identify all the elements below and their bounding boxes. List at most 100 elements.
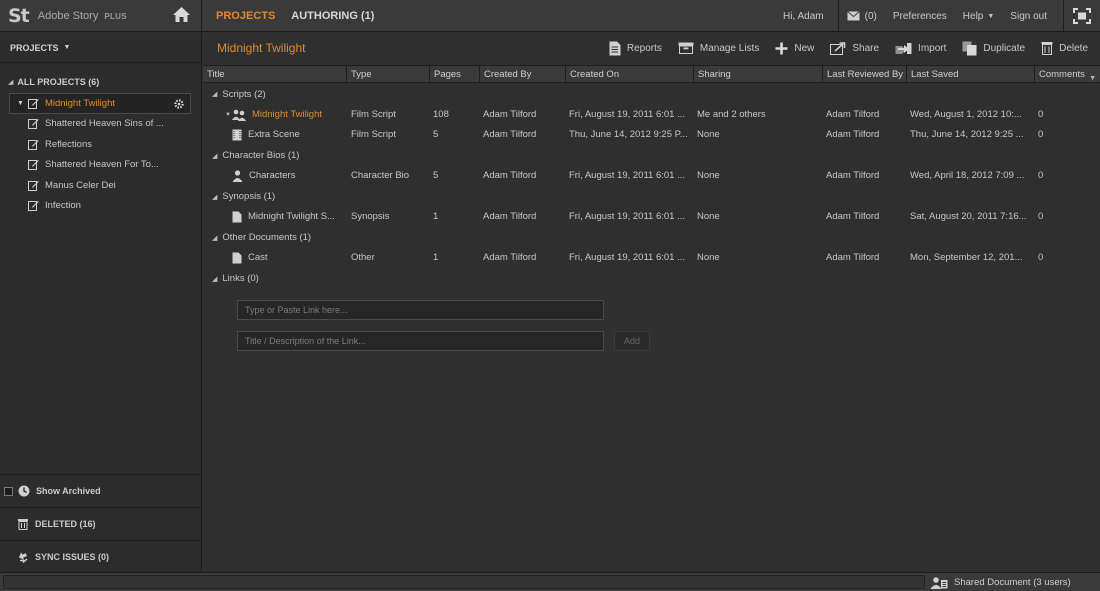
deleted-section[interactable]: DELETED (16) [0, 507, 202, 540]
collapse-triangle-icon[interactable]: ◢ [212, 234, 217, 242]
cell-last-reviewed-by: Adam Tilford [826, 252, 880, 263]
share-label: Share [852, 42, 880, 54]
chevron-down-icon: ▼ [987, 12, 995, 20]
cell-created-by: Adam Tilford [483, 252, 537, 263]
reports-button[interactable]: Reports [609, 41, 662, 56]
table-row[interactable]: Midnight Twilight S... Synopsis 1 Adam T… [203, 207, 1100, 228]
group-label: Scripts (2) [222, 88, 266, 100]
document-table: ◢ Scripts (2) ▼ Midnight Twilight Film S… [203, 84, 1100, 289]
add-link-button[interactable]: Add [614, 331, 650, 351]
table-row[interactable]: Cast Other 1 Adam Tilford Fri, August 19… [203, 248, 1100, 269]
shared-document-label: Shared Document (3 users) [954, 577, 1071, 588]
expand-triangle-icon[interactable]: ▼ [225, 105, 231, 126]
project-item[interactable]: Reflections [9, 134, 191, 155]
collapse-triangle-icon[interactable]: ◢ [212, 275, 217, 283]
messages-button[interactable]: (0) [839, 0, 885, 32]
delete-button[interactable]: Delete [1041, 41, 1088, 55]
tab-projects[interactable]: PROJECTS [216, 10, 275, 22]
table-row[interactable]: ▼ Midnight Twilight Film Script 108 Adam… [203, 105, 1100, 126]
cell-created-by: Adam Tilford [483, 108, 537, 120]
home-icon[interactable] [172, 6, 191, 23]
collapse-triangle-icon[interactable]: ◢ [8, 78, 13, 86]
project-label: Reflections [45, 138, 92, 150]
shared-document-status[interactable]: Shared Document (3 users) [930, 573, 1071, 591]
column-last-reviewed-by[interactable]: Last Reviewed By [822, 66, 906, 83]
preferences-link[interactable]: Preferences [885, 0, 955, 32]
cell-last-saved: Sat, August 20, 2011 7:16... [910, 211, 1027, 222]
column-last-saved[interactable]: Last Saved [906, 66, 1034, 83]
project-item[interactable]: Shattered Heaven For To... [9, 155, 191, 176]
group-other-documents[interactable]: ◢ Other Documents (1) [203, 228, 1100, 249]
tab-authoring[interactable]: AUTHORING (1) [291, 10, 374, 22]
group-label: Character Bios (1) [222, 150, 300, 162]
report-icon [609, 41, 621, 55]
project-item[interactable]: Infection [9, 196, 191, 217]
document-title[interactable]: Cast [248, 248, 268, 269]
projects-dropdown[interactable]: PROJECTS ▼ [0, 33, 201, 63]
cell-sharing: Me and 2 others [697, 108, 766, 120]
table-row[interactable]: Characters Character Bio 5 Adam Tilford … [203, 166, 1100, 187]
collapse-triangle-icon[interactable]: ◢ [212, 90, 217, 98]
all-projects-node[interactable]: ◢ ALL PROJECTS (6) [8, 77, 99, 87]
fullscreen-button[interactable] [1063, 0, 1100, 32]
import-button[interactable]: Import [895, 42, 946, 55]
user-menu: Hi, Adam (0) Preferences Help ▼ Sign out [775, 0, 1100, 32]
help-menu[interactable]: Help ▼ [955, 0, 1003, 32]
cell-comments: 0 [1038, 211, 1044, 222]
edit-document-icon [28, 180, 39, 191]
status-message-area [3, 575, 925, 589]
sign-out-link[interactable]: Sign out [1002, 0, 1055, 32]
manage-lists-button[interactable]: Manage Lists [678, 42, 759, 54]
project-item[interactable]: Manus Celer Dei [9, 175, 191, 196]
projects-header-label: PROJECTS [10, 42, 59, 53]
group-label: Links (0) [222, 273, 259, 285]
new-button[interactable]: New [775, 42, 814, 55]
document-title[interactable]: Extra Scene [248, 125, 300, 146]
document-title[interactable]: Midnight Twilight [252, 105, 322, 126]
messages-count: (0) [864, 10, 877, 22]
gear-icon[interactable] [174, 99, 184, 109]
link-url-input[interactable]: Type or Paste Link here... [237, 300, 604, 320]
trash-icon [1041, 42, 1053, 55]
cell-type: Other [351, 252, 375, 263]
edit-document-icon [28, 160, 39, 171]
project-item[interactable]: Shattered Heaven Sins of ... [9, 114, 191, 135]
expand-triangle-icon[interactable]: ▼ [17, 100, 24, 107]
cell-last-saved: Wed, April 18, 2012 7:09 ... [910, 170, 1025, 181]
document-title[interactable]: Characters [249, 166, 295, 187]
column-title[interactable]: Title [203, 66, 346, 83]
fullscreen-icon [1073, 8, 1091, 24]
column-comments[interactable]: Comments ▼ [1034, 66, 1100, 83]
share-button[interactable]: Share [830, 41, 880, 55]
table-row[interactable]: Extra Scene Film Script 5 Adam Tilford T… [203, 125, 1100, 146]
main-panel: Midnight Twilight Reports Manage Lists N… [203, 33, 1100, 572]
duplicate-icon [962, 41, 977, 55]
column-pages[interactable]: Pages [429, 66, 479, 83]
cell-type: Film Script [351, 129, 396, 140]
cell-created-by: Adam Tilford [483, 170, 537, 181]
cell-last-reviewed-by: Adam Tilford [826, 211, 880, 222]
project-item-midnight-twilight[interactable]: ▼ Midnight Twilight [9, 93, 191, 114]
column-sharing[interactable]: Sharing [693, 66, 822, 83]
show-archived-checkbox[interactable] [4, 486, 13, 496]
sync-issues-section[interactable]: SYNC ISSUES (0) [0, 540, 202, 572]
group-scripts[interactable]: ◢ Scripts (2) [203, 84, 1100, 105]
group-synopsis[interactable]: ◢ Synopsis (1) [203, 187, 1100, 208]
duplicate-button[interactable]: Duplicate [962, 41, 1025, 56]
column-type[interactable]: Type [346, 66, 429, 83]
show-archived-toggle[interactable]: Show Archived [0, 474, 202, 507]
app-name: Adobe Story [37, 10, 99, 22]
link-title-input[interactable]: Title / Description of the Link... [237, 331, 604, 351]
column-created-by[interactable]: Created By [479, 66, 565, 83]
column-created-on[interactable]: Created On [565, 66, 693, 83]
chevron-down-icon[interactable]: ▼ [1089, 70, 1096, 83]
collapse-triangle-icon[interactable]: ◢ [212, 152, 217, 160]
group-links[interactable]: ◢ Links (0) [203, 269, 1100, 290]
import-label: Import [918, 42, 947, 54]
group-character-bios[interactable]: ◢ Character Bios (1) [203, 146, 1100, 167]
deleted-label: DELETED (16) [35, 519, 96, 529]
collapse-triangle-icon[interactable]: ◢ [212, 193, 217, 201]
toolbar: Reports Manage Lists New Share Import Du… [593, 33, 1088, 63]
document-title[interactable]: Midnight Twilight S... [248, 207, 335, 228]
group-label: Synopsis (1) [222, 191, 276, 203]
